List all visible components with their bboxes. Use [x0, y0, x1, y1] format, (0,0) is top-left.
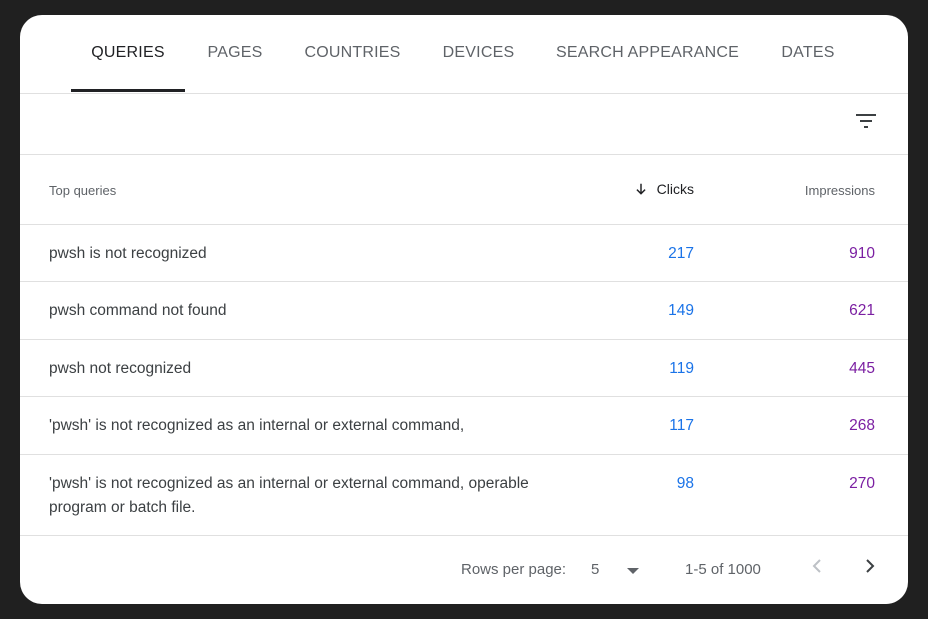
clicks-cell: 149	[668, 302, 694, 319]
column-header-clicks-label: Clicks	[656, 181, 694, 197]
table-header: Top queries Clicks Impressions	[20, 155, 908, 225]
pagination-bar: Rows per page: 5 1-5 of 1000	[20, 536, 908, 604]
query-cell: pwsh is not recognized	[49, 245, 207, 262]
column-header-clicks[interactable]: Clicks	[634, 181, 694, 197]
query-cell: pwsh command not found	[49, 302, 227, 319]
clicks-cell: 98	[676, 475, 694, 492]
tab-dates[interactable]: DATES	[774, 15, 842, 92]
query-cell: 'pwsh' is not recognized as an internal …	[49, 417, 465, 434]
arrow-downward-icon	[636, 183, 646, 195]
impressions-cell: 268	[849, 417, 875, 434]
dropdown-arrow-icon	[627, 568, 639, 574]
table-body: pwsh is not recognized 217 910 pwsh comm…	[20, 225, 908, 536]
impressions-cell: 621	[849, 302, 875, 319]
filter-bar	[20, 93, 908, 155]
tab-bar: QUERIES PAGES COUNTRIES DEVICES SEARCH A…	[20, 15, 908, 94]
table-row[interactable]: 'pwsh' is not recognized as an internal …	[20, 397, 908, 455]
table-row[interactable]: pwsh command not found 149 621	[20, 282, 908, 340]
active-tab-indicator	[71, 89, 185, 92]
chevron-left-icon[interactable]	[805, 554, 829, 578]
impressions-cell: 445	[849, 360, 875, 377]
filter-list-icon[interactable]	[854, 109, 878, 133]
clicks-cell: 217	[668, 245, 694, 262]
chevron-right-icon[interactable]	[858, 554, 882, 578]
table-row[interactable]: pwsh is not recognized 217 910	[20, 225, 908, 282]
table-row[interactable]: pwsh not recognized 119 445	[20, 340, 908, 397]
query-cell: 'pwsh' is not recognized as an internal …	[49, 475, 529, 516]
tab-search-appearance[interactable]: SEARCH APPEARANCE	[550, 15, 745, 92]
tab-devices[interactable]: DEVICES	[437, 15, 520, 92]
tab-queries[interactable]: QUERIES	[71, 15, 185, 92]
clicks-cell: 117	[669, 417, 694, 434]
column-header-impressions[interactable]: Impressions	[805, 183, 875, 198]
column-header-top-queries: Top queries	[49, 183, 117, 198]
clicks-cell: 119	[669, 360, 694, 377]
query-cell: pwsh not recognized	[49, 360, 192, 377]
tab-countries[interactable]: COUNTRIES	[299, 15, 406, 92]
page-range-text: 1-5 of 1000	[685, 561, 761, 578]
rows-per-page-label: Rows per page:	[461, 561, 567, 578]
impressions-cell: 910	[849, 245, 875, 262]
tab-pages[interactable]: PAGES	[193, 15, 277, 92]
rows-per-page-select[interactable]: 5	[591, 561, 651, 581]
rows-per-page-value: 5	[591, 561, 600, 578]
performance-card: QUERIES PAGES COUNTRIES DEVICES SEARCH A…	[20, 15, 908, 604]
table-row[interactable]: 'pwsh' is not recognized as an internal …	[20, 455, 908, 536]
impressions-cell: 270	[849, 475, 875, 492]
